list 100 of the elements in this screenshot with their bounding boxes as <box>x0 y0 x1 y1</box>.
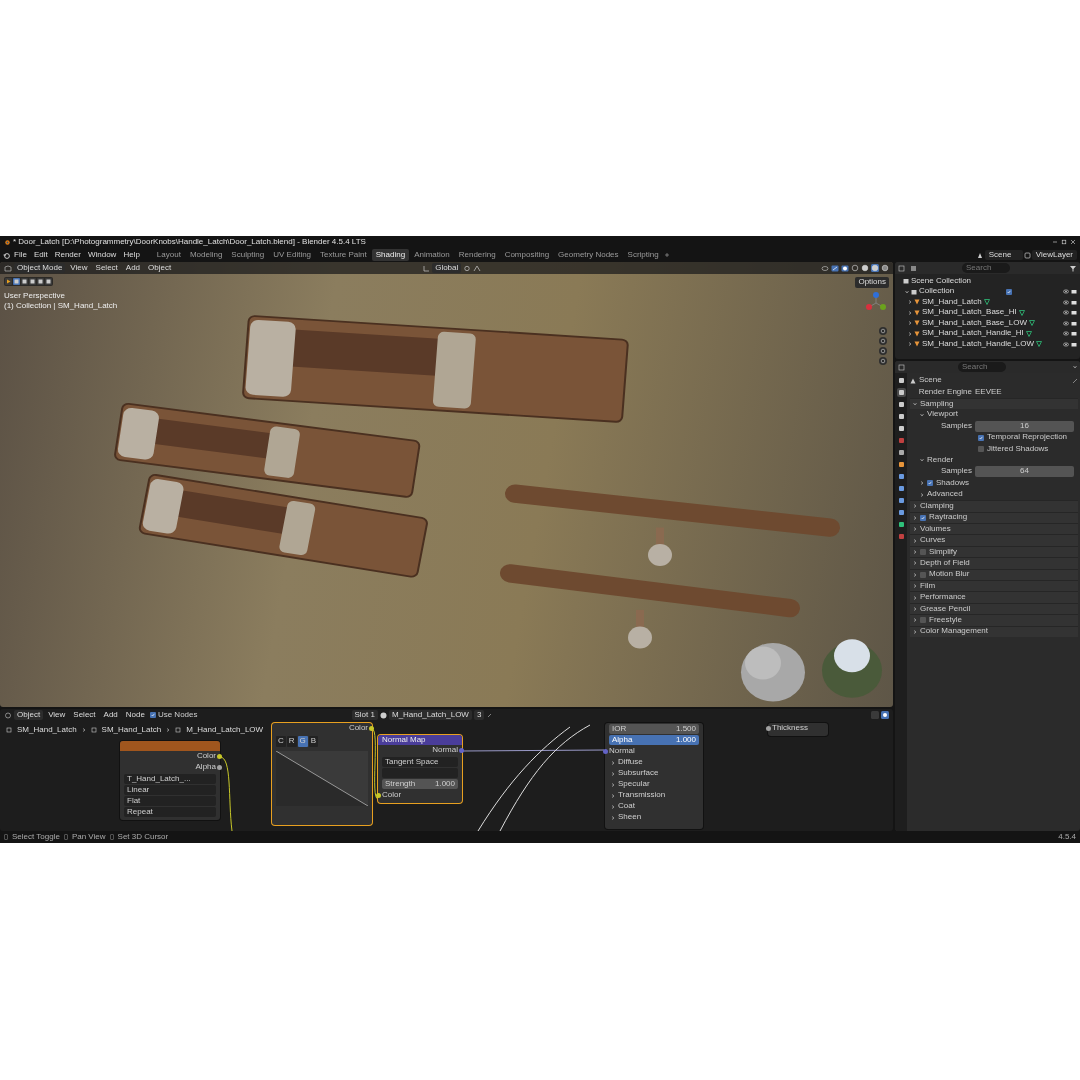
strength-field[interactable]: Strength 1.000 <box>382 779 458 789</box>
search-field[interactable]: Search <box>962 263 1010 273</box>
cursor-tool-icon[interactable] <box>5 278 12 285</box>
checkbox[interactable] <box>978 434 984 441</box>
menu-item[interactable]: Add <box>122 262 144 274</box>
expand-icon[interactable] <box>913 584 917 589</box>
select-mode-icon[interactable] <box>37 278 44 285</box>
properties-tab[interactable] <box>896 412 906 421</box>
search-field[interactable]: Search <box>958 362 1006 372</box>
workspace-tab[interactable]: Sculpting <box>227 248 269 262</box>
checkbox[interactable] <box>149 712 156 718</box>
uv-map-field[interactable] <box>382 768 458 778</box>
checkbox[interactable] <box>920 617 926 624</box>
breadcrumb[interactable]: SM_Hand_Latch <box>17 726 77 735</box>
socket[interactable] <box>459 748 464 753</box>
panel-label[interactable]: Coat <box>618 802 635 811</box>
workspace-tab[interactable]: Layout <box>152 248 185 262</box>
shading-mode-icon[interactable] <box>881 264 889 272</box>
pin-icon[interactable] <box>1072 377 1078 384</box>
eye-icon[interactable] <box>1063 320 1069 326</box>
socket[interactable] <box>369 726 374 731</box>
workspace-tab[interactable]: Animation <box>410 248 454 262</box>
panel-label[interactable]: Diffuse <box>618 758 643 767</box>
panel-header[interactable]: Clamping <box>920 502 954 511</box>
panel-header[interactable]: Curves <box>920 536 946 546</box>
node-panel[interactable]: Normal Map Normal Tangent Space Strength 1.000 Color <box>378 735 462 803</box>
panel-header[interactable]: Simplify <box>929 547 957 557</box>
properties-tab[interactable] <box>896 388 906 397</box>
outliner-row[interactable]: Collection <box>895 286 1080 297</box>
plus-icon[interactable] <box>663 252 670 258</box>
shading-mode-icon[interactable] <box>851 264 859 272</box>
eye-icon[interactable] <box>1063 341 1069 347</box>
expand-icon[interactable] <box>920 481 924 486</box>
mode-dropdown[interactable]: Object Mode <box>14 262 66 274</box>
socket[interactable] <box>217 765 222 770</box>
orientation-dropdown[interactable]: Global <box>432 262 462 274</box>
curve-graph-drawing[interactable] <box>276 750 368 806</box>
view-layer-field[interactable]: ViewLayer <box>1031 249 1077 261</box>
scene-icon[interactable] <box>976 251 984 259</box>
value-field[interactable]: Alpha 1.000 <box>609 735 699 745</box>
properties-tab[interactable] <box>896 376 906 385</box>
chevron-icon[interactable] <box>611 804 615 809</box>
properties-tab[interactable] <box>896 424 906 433</box>
panel-label[interactable]: Specular <box>618 780 650 789</box>
select-mode-icon[interactable] <box>13 278 20 285</box>
expand-icon[interactable] <box>913 572 917 577</box>
properties-tab[interactable] <box>896 448 906 457</box>
properties-tab[interactable] <box>896 400 906 409</box>
chevron-icon[interactable] <box>611 771 615 776</box>
chevron-icon[interactable] <box>611 760 615 765</box>
pin-icon[interactable] <box>486 711 494 719</box>
overlay-icon[interactable] <box>881 711 889 719</box>
viewport[interactable]: Object Mode View Select Add Object Global User Perspective (1) Collection | SM_Hand_Latch Options <box>0 262 893 707</box>
node-header[interactable] <box>120 741 220 751</box>
socket[interactable] <box>766 726 771 731</box>
eye-icon[interactable] <box>1063 289 1069 295</box>
properties-tab[interactable] <box>896 520 906 529</box>
menu-item[interactable]: Add <box>100 709 121 721</box>
breadcrumb-separator-icon[interactable] <box>81 728 86 733</box>
workspace-tab[interactable]: Rendering <box>454 248 500 262</box>
menu-item[interactable]: Render <box>51 249 84 261</box>
socket[interactable] <box>376 793 381 798</box>
number-field[interactable]: 16 <box>975 420 1074 432</box>
expand-icon[interactable] <box>913 527 917 532</box>
expand-icon[interactable] <box>908 342 912 347</box>
select-mode-icon[interactable] <box>29 278 36 285</box>
menu-item[interactable]: Edit <box>30 249 51 261</box>
dropdown[interactable]: Flat <box>124 796 216 806</box>
node-panel[interactable]: Color Alpha T_Hand_Latch_... Linear Flat Repeat <box>120 741 220 820</box>
eye-icon[interactable] <box>1063 331 1069 337</box>
menu-item[interactable]: Help <box>120 249 143 261</box>
channel-button[interactable]: B <box>308 736 319 747</box>
outliner-row[interactable]: SM_Hand_Latch <box>895 297 1080 308</box>
menu-item[interactable]: View <box>45 709 69 721</box>
expand-icon[interactable] <box>913 607 917 611</box>
node-editor-canvas[interactable] <box>0 709 893 831</box>
properties-tab[interactable] <box>896 460 906 469</box>
menu-item[interactable]: View <box>67 262 91 274</box>
dropdown-icon[interactable] <box>1073 365 1077 369</box>
checkbox[interactable] <box>920 549 926 556</box>
outliner-row[interactable]: SM_Hand_Latch_Handle_LOW <box>895 339 1080 350</box>
panel-label[interactable]: Subsurface <box>618 769 659 778</box>
value-field[interactable]: IOR 1.500 <box>609 724 699 734</box>
display-mode-icon[interactable] <box>910 264 919 272</box>
outliner-row[interactable]: SM_Hand_Latch_Base_HI <box>895 307 1080 318</box>
select-mode-icon[interactable] <box>21 278 28 285</box>
close-icon[interactable] <box>1070 239 1076 245</box>
expand-icon[interactable] <box>913 629 917 634</box>
workspace-tab[interactable]: Shading <box>371 248 410 262</box>
eye-icon[interactable] <box>1063 310 1069 316</box>
expand-icon[interactable] <box>913 504 917 509</box>
workspace-tab[interactable]: Modeling <box>185 248 227 262</box>
overlay-icon[interactable] <box>841 264 849 272</box>
minimize-icon[interactable] <box>1052 239 1058 245</box>
pivot-icon[interactable] <box>463 264 472 272</box>
number-field[interactable]: 64 <box>975 466 1074 478</box>
properties-tab[interactable] <box>896 496 906 505</box>
workspace-tab[interactable]: Scripting <box>623 248 663 262</box>
panel-header[interactable]: Advanced <box>927 490 963 499</box>
expand-icon[interactable] <box>920 492 924 497</box>
